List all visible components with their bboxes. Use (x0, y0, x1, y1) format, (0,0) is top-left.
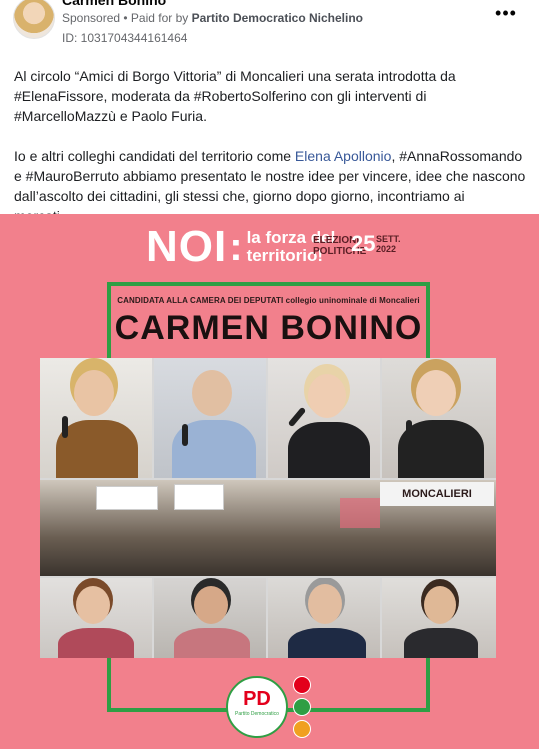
headline-noi: NOI (146, 222, 228, 271)
pd-banner-left (96, 486, 158, 510)
paid-for-by[interactable]: Partito Democratico Nichelino (192, 11, 363, 25)
pd-banner-center (174, 484, 224, 510)
stage-screen (340, 498, 380, 528)
coalition-logo-3 (293, 720, 311, 738)
post-body: Al circolo “Amici di Borgo Vittoria” di … (14, 66, 528, 226)
photo-speaker-man-4 (382, 578, 496, 658)
election-year: 2022 (376, 244, 397, 254)
photo-speaker-man-3 (268, 578, 380, 658)
post-header: Carmen Bonino Sponsored • Paid for by Pa… (0, 0, 539, 56)
photo-collage: MONCALIERI (40, 358, 496, 658)
election-day: 25 (351, 231, 376, 256)
sponsored-label[interactable]: Sponsored (62, 11, 120, 25)
author-avatar[interactable] (13, 0, 55, 39)
ad-creative-image[interactable]: NOI : la forza del territorio! ELEZIONI … (0, 214, 539, 749)
coalition-logo-2 (293, 698, 311, 716)
photo-audience: MONCALIERI (40, 480, 496, 576)
author-name[interactable]: Carmen Bonino (62, 0, 166, 8)
candidate-name: CARMEN BONINO (114, 309, 423, 347)
meta-separator: • (120, 11, 131, 25)
ad-post-card: Carmen Bonino Sponsored • Paid for by Pa… (0, 0, 539, 749)
moncalieri-banner: MONCALIERI (380, 482, 494, 506)
election-month-year: SETT. 2022 (376, 234, 401, 254)
photo-speaker-man-2 (154, 578, 266, 658)
photo-speaker-woman-4 (40, 578, 152, 658)
election-month: SETT. (376, 234, 401, 244)
more-options-icon[interactable]: ••• (493, 4, 519, 26)
post-meta: Sponsored • Paid for by Partito Democrat… (62, 11, 363, 25)
paid-for-prefix: Paid for by (130, 11, 192, 25)
p2-text-before: Io e altri colleghi candidati del territ… (14, 148, 295, 164)
mention-link-elena-apollonio[interactable]: Elena Apollonio (295, 148, 392, 164)
photo-speaker-woman-3 (382, 358, 496, 478)
photo-speaker-woman-1 (40, 358, 152, 478)
post-paragraph-1: Al circolo “Amici di Borgo Vittoria” di … (14, 68, 456, 124)
coalition-logos (293, 676, 311, 742)
ad-id: ID: 1031704344161464 (62, 31, 188, 45)
pd-logo: PD Partito Democratico (226, 676, 288, 738)
coalition-logo-1 (293, 676, 311, 694)
candidacy-subtitle: CANDIDATA ALLA CAMERA DEI DEPUTATI colle… (117, 296, 420, 305)
pd-logo-text: PD (243, 688, 271, 710)
pd-logo-subtext: Partito Democratico (235, 711, 279, 717)
photo-speaker-man-1 (154, 358, 266, 478)
headline-colon: : (229, 224, 243, 269)
photo-speaker-woman-2 (268, 358, 380, 478)
